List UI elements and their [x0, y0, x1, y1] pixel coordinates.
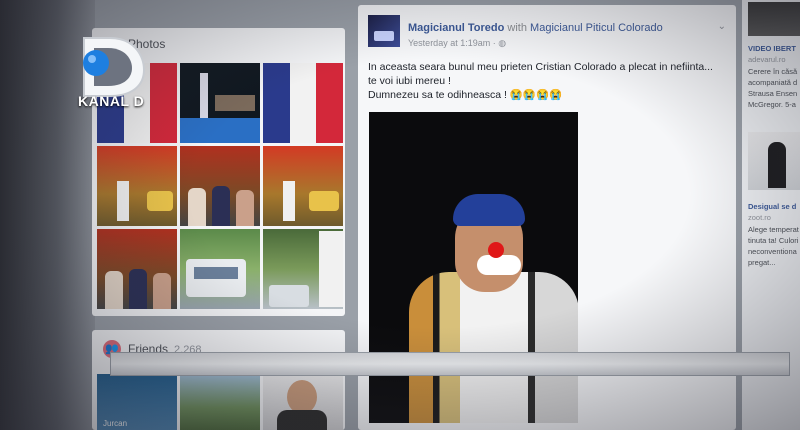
news-source-1: adevarul.ro [748, 55, 786, 64]
news-line: McGregor. 5-a [748, 100, 796, 109]
photo-thumb[interactable] [263, 63, 343, 143]
post-header: Magicianul Toredo with Magicianul Piticu… [408, 22, 663, 34]
author-avatar[interactable] [368, 15, 400, 47]
news-title-1[interactable]: VIDEO IBERT [748, 44, 800, 53]
news-line: neconventiona [748, 247, 797, 256]
photo-thumb[interactable] [97, 229, 177, 309]
time-separator: · [492, 38, 496, 48]
chevron-down-icon[interactable]: ⌄ [718, 21, 726, 32]
post-time-row: Yesterday at 1:19am · ◍ [408, 38, 506, 49]
broadcast-lower-third-bar [110, 352, 790, 376]
post-text-line: In aceasta seara bunul meu prieten Crist… [368, 61, 713, 73]
with-label: with [507, 22, 527, 34]
photo-thumb[interactable] [180, 63, 260, 143]
crying-emoji: 😭😭😭😭 [509, 89, 563, 101]
photo-thumb[interactable] [180, 146, 260, 226]
tagged-user-link[interactable]: Magicianul Piticul Colorado [530, 22, 663, 34]
news-line: tinuta ta! Culori [748, 236, 799, 245]
post-timestamp[interactable]: Yesterday at 1:19am [408, 38, 490, 48]
news-thumb[interactable] [748, 132, 800, 190]
friend-thumb[interactable] [180, 374, 260, 430]
news-line: Strausa Ensen [748, 89, 798, 98]
photo-thumb[interactable] [180, 229, 260, 309]
friends-card: 👥 Friends 2,268 Jurcan [92, 330, 345, 430]
news-source-2: zoot.ro [748, 213, 771, 222]
news-line: acompaniată d [748, 78, 798, 87]
photo-thumb[interactable] [263, 229, 343, 309]
photo-thumb[interactable] [263, 146, 343, 226]
post-photo[interactable] [369, 112, 578, 423]
news-line: pregat... [748, 258, 776, 267]
post-text-line: te voi iubi mereu ! [368, 75, 451, 87]
news-line: Cerere în căsă [748, 67, 798, 76]
post-text: In aceasta seara bunul meu prieten Crist… [368, 60, 728, 102]
photo-thumb[interactable] [97, 146, 177, 226]
friend-thumb[interactable]: Jurcan [97, 374, 177, 430]
post-text-line3: Dumnezeu sa te odihneasca ! [368, 89, 507, 101]
news-thumb[interactable] [748, 2, 800, 36]
channel-name: KANAL D [78, 93, 145, 109]
globe-icon: ◍ [498, 38, 507, 48]
news-title-2[interactable]: Desigual se d [748, 202, 800, 211]
friend-thumb[interactable] [263, 374, 343, 430]
news-line: Alege temperat [748, 225, 799, 234]
author-name-link[interactable]: Magicianul Toredo [408, 22, 504, 34]
post-text-line: Dumnezeu sa te odihneasca ! 😭😭😭😭 [368, 88, 728, 102]
friend-name: Jurcan [103, 419, 128, 428]
